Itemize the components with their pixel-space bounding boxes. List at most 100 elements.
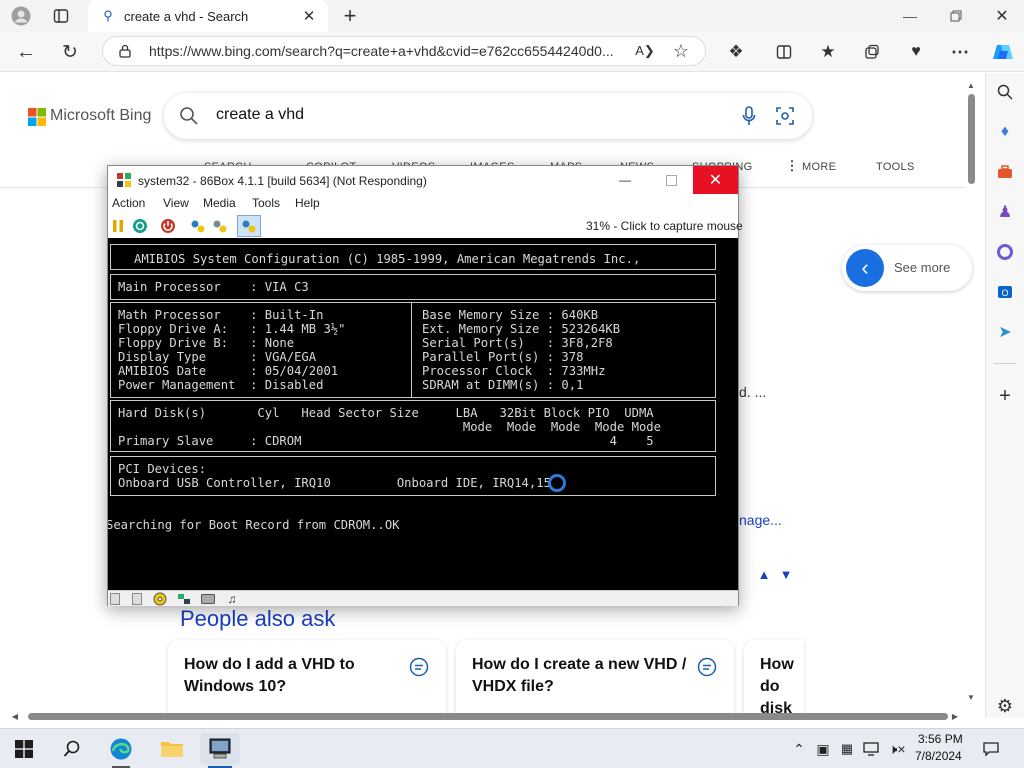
device-icon[interactable]: ▣ — [814, 739, 832, 759]
microsoft365-icon[interactable] — [994, 241, 1016, 263]
question-card-3[interactable]: How do disk (V — [744, 640, 804, 718]
microphone-icon[interactable] — [738, 105, 760, 127]
restore-icon[interactable] — [944, 4, 968, 28]
split-screen-icon[interactable] — [772, 40, 796, 64]
question-card-1[interactable]: How do I add a VHD to Windows 10? — [168, 640, 446, 718]
favorites-icon[interactable]: ★ — [816, 40, 840, 64]
nav-tools[interactable]: TOOLS — [876, 161, 915, 173]
horizontal-scroll-thumb[interactable] — [28, 713, 948, 720]
power-icon[interactable] — [158, 217, 178, 235]
search-box[interactable]: create a vhd — [164, 93, 812, 139]
shopping-tag-icon[interactable]: ♦ — [994, 121, 1016, 143]
minimize-icon[interactable]: — — [898, 4, 922, 28]
network-icon[interactable] — [176, 592, 192, 606]
add-sidebar-icon[interactable]: + — [994, 385, 1016, 407]
games-icon[interactable]: ♟ — [994, 201, 1016, 223]
floppy-a-icon[interactable] — [108, 592, 122, 606]
more-options-icon[interactable]: ⋯ — [948, 40, 972, 64]
thumbs-down-icon[interactable]: ▼ — [778, 566, 794, 582]
read-aloud-icon[interactable]: A❯ — [635, 42, 655, 60]
vertical-scroll-thumb[interactable] — [968, 94, 975, 184]
menu-help[interactable]: Help — [295, 196, 320, 210]
86box-emulator-screen[interactable]: AMIBIOS System Configuration (C) 1985-19… — [108, 238, 738, 590]
settings-alt-icon[interactable] — [210, 217, 230, 235]
86box-window[interactable]: system32 - 86Box 4.1.1 [build 5634] (Not… — [107, 165, 743, 606]
menu-tools[interactable]: Tools — [252, 196, 280, 210]
tab-actions-icon[interactable] — [48, 4, 74, 28]
tray-app-icon[interactable]: ▦ — [838, 739, 856, 759]
86box-statusbar: ♫ — [108, 590, 738, 606]
network-tray-icon[interactable] — [862, 739, 880, 759]
scroll-right-icon[interactable]: ▶ — [950, 710, 960, 722]
collections-icon[interactable] — [860, 40, 884, 64]
menu-view[interactable]: View — [163, 196, 189, 210]
bing-search-favicon: ⚲ — [103, 8, 113, 23]
capture-mouse-icon[interactable] — [237, 215, 261, 237]
volume-muted-icon[interactable]: 🕨× — [886, 739, 908, 759]
86box-titlebar[interactable]: system32 - 86Box 4.1.1 [build 5634] (Not… — [108, 166, 738, 196]
new-tab-icon[interactable]: + — [338, 3, 362, 28]
edge-taskbar-icon[interactable] — [104, 733, 138, 765]
86box-title: system32 - 86Box 4.1.1 [build 5634] (Not… — [138, 174, 427, 188]
visual-search-icon[interactable] — [774, 105, 796, 127]
back-icon[interactable]: ← — [14, 40, 38, 64]
close-window-icon[interactable]: ✕ — [990, 4, 1014, 28]
horizontal-scrollbar[interactable]: ◀ ▶ — [10, 710, 960, 722]
file-explorer-icon[interactable] — [156, 735, 188, 763]
bios-ext-memory: Ext. Memory Size : 523264KB — [422, 322, 621, 336]
86box-minimize-icon[interactable]: — — [614, 170, 636, 190]
clock-time[interactable]: 3:56 PM — [918, 732, 963, 746]
sound-icon[interactable]: ♫ — [224, 592, 240, 606]
clock-date[interactable]: 7/8/2024 — [915, 749, 962, 763]
settings-icon[interactable] — [188, 217, 208, 235]
see-more-label: See more — [894, 260, 951, 275]
menu-media[interactable]: Media — [203, 196, 236, 210]
windows-start-icon[interactable] — [12, 737, 36, 761]
search-query[interactable]: create a vhd — [216, 106, 304, 124]
scroll-down-icon[interactable]: ▼ — [965, 692, 977, 702]
microsoft-logo-icon — [28, 108, 46, 126]
tools-briefcase-icon[interactable] — [994, 161, 1016, 183]
question-text: How do I create a new VHD / VHDX file? — [472, 656, 687, 695]
taskbar-search-icon[interactable] — [60, 737, 84, 761]
close-tab-icon[interactable]: ✕ — [300, 7, 318, 25]
menu-action[interactable]: Action — [112, 196, 145, 210]
send-icon[interactable]: ➤ — [994, 321, 1016, 343]
see-more-button[interactable]: ‹ See more — [842, 245, 972, 291]
tab-search[interactable]: ⚲ create a vhd - Search ✕ — [88, 0, 328, 32]
floppy-b-icon[interactable] — [130, 592, 144, 606]
address-bar[interactable]: https://www.bing.com/search?q=create+a+v… — [102, 36, 706, 66]
notifications-icon[interactable] — [980, 738, 1002, 760]
extensions-icon[interactable]: ❖ — [724, 40, 748, 64]
show-hidden-icons-chevron-icon[interactable]: ⌃ — [790, 739, 808, 759]
cdrom-icon[interactable] — [152, 592, 168, 606]
question-card-2[interactable]: How do I create a new VHD / VHDX file? — [456, 640, 734, 718]
86box-taskbar-icon[interactable] — [200, 733, 240, 765]
outlook-icon[interactable]: O — [994, 281, 1016, 303]
favorite-star-icon[interactable]: ☆ — [671, 41, 691, 61]
bing-logo-text: Microsoft Bing — [50, 107, 152, 124]
chat-bubble-icon — [408, 656, 430, 678]
86box-maximize-icon[interactable] — [660, 170, 682, 190]
thumbs-up-icon[interactable]: ▲ — [756, 566, 772, 582]
refresh-icon[interactable]: ↻ — [58, 40, 82, 64]
question-text: How do I add a VHD to Windows 10? — [184, 656, 355, 695]
vertical-scrollbar[interactable]: ▲ ▼ — [965, 80, 977, 704]
bios-pci-heading: PCI Devices: — [118, 462, 207, 476]
profile-icon[interactable] — [8, 4, 34, 28]
performance-icon[interactable]: ♥ — [904, 40, 928, 64]
ctrl-alt-del-icon[interactable] — [130, 217, 150, 235]
scroll-left-icon[interactable]: ◀ — [10, 710, 20, 722]
sidebar-search-icon[interactable] — [994, 81, 1016, 103]
copilot-icon[interactable] — [990, 39, 1016, 65]
result-snippet-2[interactable]: nage... — [739, 512, 782, 528]
settings-gear-icon[interactable]: ⚙ — [994, 695, 1016, 717]
scroll-up-icon[interactable]: ▲ — [965, 80, 977, 90]
86box-close-icon[interactable]: ✕ — [693, 166, 738, 194]
pause-icon[interactable] — [110, 217, 126, 235]
harddisk-icon[interactable] — [200, 592, 216, 606]
bios-disk-header: Hard Disk(s) Cyl Head Sector Size LBA 32… — [118, 406, 654, 420]
nav-more[interactable]: MORE — [802, 161, 836, 173]
bios-header-text: AMIBIOS System Configuration (C) 1985-19… — [134, 252, 641, 266]
capture-status-text: 31% - Click to capture mouse — [586, 219, 743, 233]
